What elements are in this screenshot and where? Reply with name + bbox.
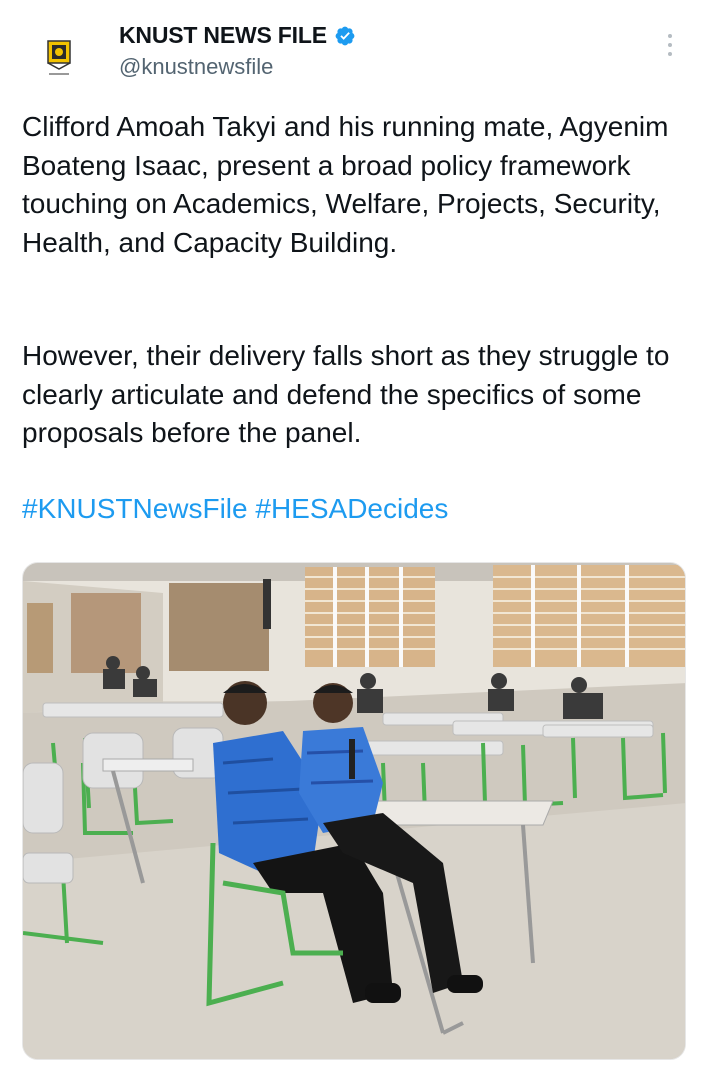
- author-handle[interactable]: @knustnewsfile: [119, 54, 273, 80]
- post-header: KNUST NEWS FILE @knustnewsfile: [0, 0, 708, 100]
- more-options-button[interactable]: [660, 30, 680, 60]
- author-name-row[interactable]: KNUST NEWS FILE: [119, 22, 356, 49]
- hashtag-row: #KNUSTNewsFile #HESADecides: [22, 490, 692, 529]
- post-paragraph-1: Clifford Amoah Takyi and his running mat…: [22, 111, 669, 258]
- vertical-dots-icon: [668, 34, 672, 38]
- display-name[interactable]: KNUST NEWS FILE: [119, 22, 327, 49]
- post-paragraph-2: However, their delivery falls short as t…: [22, 340, 670, 448]
- hashtag-link[interactable]: #KNUSTNewsFile: [22, 493, 248, 524]
- verified-badge-icon: [335, 26, 355, 45]
- knust-logo-icon: [47, 40, 71, 75]
- lecture-hall-photo: [23, 563, 685, 1059]
- post-photo[interactable]: [22, 562, 686, 1060]
- avatar[interactable]: [22, 20, 96, 94]
- hashtag-link[interactable]: #HESADecides: [255, 493, 448, 524]
